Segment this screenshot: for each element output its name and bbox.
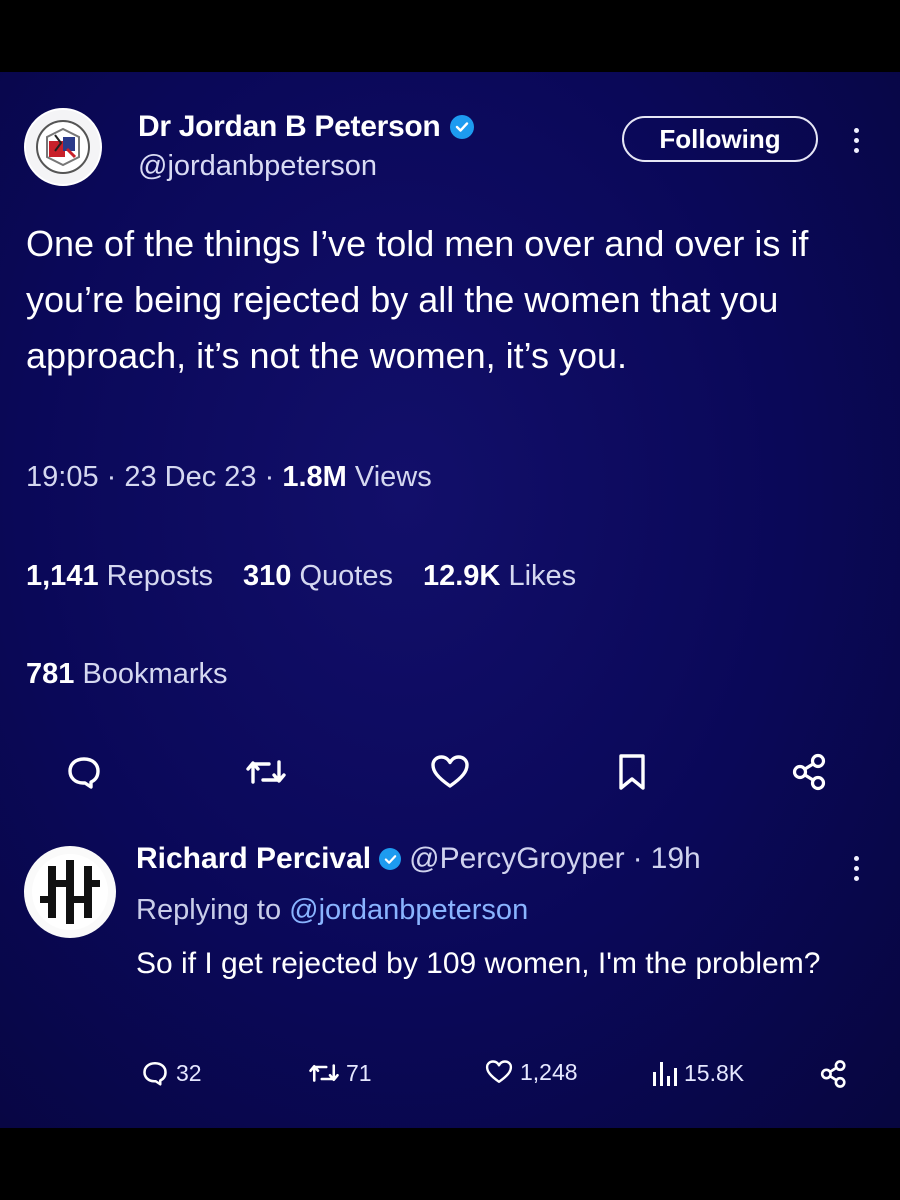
bookmarks-stat[interactable]: 781 Bookmarks xyxy=(26,658,228,691)
reposts-count: 1,141 xyxy=(26,560,99,592)
reply-verified-badge-icon xyxy=(379,848,402,870)
like-icon[interactable] xyxy=(426,748,474,796)
likes-label: Likes xyxy=(508,560,577,592)
view-count: 15.8K xyxy=(684,1059,745,1086)
likes-count: 12.9K xyxy=(422,560,501,592)
reply-author-name[interactable]: Richard Percival xyxy=(136,842,371,876)
reposts-label: Reposts xyxy=(106,560,214,592)
tweet-time[interactable]: 19:05 xyxy=(26,461,99,494)
following-button[interactable]: Following xyxy=(622,116,818,162)
reply-age[interactable]: 19h xyxy=(651,842,701,876)
tweet-panel: Dr Jordan B Peterson @jordanbpeterson Fo… xyxy=(0,72,900,1128)
bookmark-icon[interactable] xyxy=(608,748,656,796)
like-icon xyxy=(485,1060,513,1083)
author-name[interactable]: Dr Jordan B Peterson xyxy=(138,110,441,144)
reply-reply-button[interactable]: 32 xyxy=(140,1058,202,1088)
replying-to: Replying to @jordanbpeterson xyxy=(136,894,528,927)
author-handle[interactable]: @jordanbpeterson xyxy=(138,150,377,183)
likes-stat[interactable]: 12.9K Likes xyxy=(423,560,576,593)
views-count: 1.8M xyxy=(282,461,347,493)
tweet-text: One of the things I’ve told men over and… xyxy=(26,223,809,376)
reply-avatar[interactable] xyxy=(24,846,116,938)
repost-icon[interactable] xyxy=(242,748,290,796)
quotes-count: 310 xyxy=(243,560,292,592)
reply-actions: 32 71 1,248 15.8K xyxy=(140,1058,860,1094)
reply-icon xyxy=(143,1061,167,1086)
reply-more-options-icon[interactable] xyxy=(851,856,861,881)
reply-header: Richard Percival @PercyGroyper · 19h xyxy=(136,842,701,876)
reply-like-button[interactable]: 1,248 xyxy=(484,1058,578,1086)
like-count: 1,248 xyxy=(520,1058,578,1085)
tweet-date[interactable]: 23 Dec 23 xyxy=(124,461,256,494)
repost-count: 71 xyxy=(346,1059,372,1086)
bookmarks-label: Bookmarks xyxy=(82,658,228,690)
quotes-stat[interactable]: 310 Quotes xyxy=(243,560,393,593)
letterbox-bottom xyxy=(0,1128,900,1200)
author-avatar[interactable] xyxy=(24,108,102,186)
reply-icon[interactable] xyxy=(60,748,108,796)
tweet-meta: 19:05 · 23 Dec 23 · 1.8M Views xyxy=(26,461,432,494)
reply-text: So if I get rejected by 109 women, I'm t… xyxy=(136,947,821,980)
reply-separator: · xyxy=(632,842,643,875)
reply-repost-button[interactable]: 71 xyxy=(308,1058,372,1088)
avatar-emblem-icon xyxy=(36,120,90,174)
reply-share-button[interactable] xyxy=(818,1058,850,1090)
replying-prefix: Replying to xyxy=(136,894,282,926)
views-label: Views xyxy=(354,461,432,493)
verified-badge-icon xyxy=(450,115,475,139)
reposts-stat[interactable]: 1,141 Reposts xyxy=(26,560,213,593)
reply-author-handle[interactable]: @PercyGroyper xyxy=(409,842,625,876)
bookmarks-count: 781 xyxy=(26,658,75,690)
tweet-actions xyxy=(60,748,850,798)
more-options-icon[interactable] xyxy=(851,128,861,153)
replying-to-mention[interactable]: @jordanbpeterson xyxy=(289,894,528,926)
meta-separator: · xyxy=(256,461,283,493)
engagement-stats: 1,141 Reposts 310 Quotes 12.9K Likes xyxy=(26,560,576,593)
reply-avatar-logo-icon xyxy=(32,854,108,930)
views-icon xyxy=(653,1062,677,1086)
letterbox-top xyxy=(0,0,900,72)
share-icon[interactable] xyxy=(786,748,834,796)
reply-count: 32 xyxy=(176,1059,202,1086)
repost-icon xyxy=(309,1064,339,1082)
share-icon xyxy=(820,1060,846,1088)
author-name-row: Dr Jordan B Peterson xyxy=(138,110,475,144)
quotes-label: Quotes xyxy=(299,560,393,592)
meta-separator: · xyxy=(98,461,125,493)
reply-views-button[interactable]: 15.8K xyxy=(650,1058,744,1088)
